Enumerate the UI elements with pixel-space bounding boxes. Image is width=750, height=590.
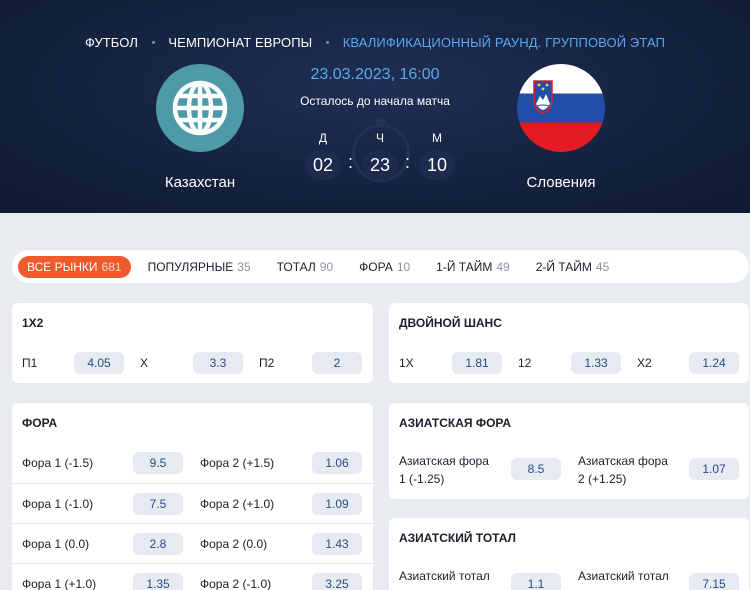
outcome-label: Фора 2 (0.0) — [200, 537, 268, 551]
outcome-label-line2: 1 (-1.25) — [399, 472, 445, 486]
tab-total[interactable]: ТОТАЛ 90 — [268, 256, 343, 278]
odd-button[interactable]: 7.15 — [689, 573, 739, 590]
tab-count: 10 — [396, 259, 411, 274]
market-row: Фора 1 (-1.0) 7.5 Фора 2 (+1.0) 1.09 — [12, 483, 373, 523]
odd-button[interactable]: 1.1 — [511, 573, 561, 590]
outcome-label-line2: 2 (+1.25) — [578, 472, 627, 486]
market-double-chance: ДВОЙНОЙ ШАНС 1Х 1.81 12 1.33 Х2 1.24 — [389, 303, 749, 383]
market-row: Фора 1 (+1.0) 1.35 Фора 2 (-1.0) 3.25 — [12, 563, 373, 590]
timer-days-label: Д — [318, 131, 328, 145]
breadcrumb-tournament[interactable]: ЧЕМПИОНАТ ЕВРОПЫ — [168, 35, 312, 50]
outcome-label: Азиатский тотал — [399, 569, 490, 583]
odd-button[interactable]: 1.81 — [452, 352, 502, 374]
outcome-label: Фора 2 (+1.0) — [200, 497, 275, 511]
odd-button[interactable]: 3.25 — [312, 573, 362, 590]
outcome-label: Азиатская фора — [578, 454, 668, 468]
match-date: 23.03.2023, 16:00 — [310, 66, 440, 83]
odd-button[interactable]: 1.09 — [312, 493, 362, 515]
timer-minutes-label: М — [432, 131, 442, 145]
outcome-label: Фора 2 (-1.0) — [200, 577, 272, 590]
outcome-label: Фора 1 (+1.0) — [22, 577, 97, 590]
market-title: ФОРА — [22, 416, 58, 430]
outcome-label: П2 — [259, 356, 275, 370]
tab-popular[interactable]: ПОПУЛЯРНЫЕ 35 — [139, 256, 260, 278]
market-title: 1X2 — [22, 316, 44, 330]
market-handicap: ФОРА Фора 1 (-1.5) 9.5 Фора 2 (+1.5) 1.0… — [12, 403, 373, 590]
tab-label: ПОПУЛЯРНЫЕ — [147, 259, 234, 274]
breadcrumb-stage[interactable]: КВАЛИФИКАЦИОННЫЙ РАУНД. ГРУППОВОЙ ЭТАП — [343, 35, 665, 50]
market-row: Фора 1 (0.0) 2.8 Фора 2 (0.0) 1.43 — [12, 523, 373, 563]
away-team-name: Словения — [526, 174, 596, 191]
odd-button[interactable]: 7.5 — [133, 493, 183, 515]
tab-count: 35 — [237, 259, 251, 274]
outcome-label: Азиатская фора — [399, 454, 489, 468]
outcome-label: Фора 1 (0.0) — [22, 537, 90, 551]
tab-handicap[interactable]: ФОРА 10 — [350, 256, 419, 278]
timer-days: Д 02 — [305, 131, 341, 180]
market-row: Азиатский тотал 1.1 Азиатский тотал 7.15 — [389, 558, 749, 590]
outcome-label: 1Х — [399, 356, 414, 370]
odd-button[interactable]: 1.06 — [312, 452, 362, 474]
outcome-label: 12 — [518, 356, 532, 370]
market-1x2: 1X2 П1 4.05 Х 3.3 П2 2 — [12, 303, 373, 383]
tab-all-markets[interactable]: ВСЕ РЫНКИ 681 — [18, 255, 131, 278]
odd-button[interactable]: 1.33 — [571, 352, 621, 374]
odd-button[interactable]: 8.5 — [511, 458, 561, 480]
timer-hours-label: Ч — [376, 131, 384, 145]
breadcrumb: ФУТБОЛ ЧЕМПИОНАТ ЕВРОПЫ КВАЛИФИКАЦИОННЫЙ… — [0, 34, 750, 50]
market-row: П1 4.05 Х 3.3 П2 2 — [12, 343, 373, 383]
odd-button[interactable]: 3.3 — [193, 352, 243, 374]
tab-label: ТОТАЛ — [276, 259, 316, 274]
market-title: АЗИАТСКИЙ ТОТАЛ — [399, 531, 516, 545]
odd-button[interactable]: 4.05 — [74, 352, 124, 374]
tab-count: 49 — [496, 259, 510, 274]
tab-label: ФОРА — [359, 259, 393, 274]
tab-count: 90 — [319, 259, 334, 274]
market-title: АЗИАТСКАЯ ФОРА — [399, 416, 512, 430]
odd-button[interactable]: 2.8 — [133, 533, 183, 555]
tab-label: 2-Й ТАЙМ — [535, 259, 592, 274]
match-header: ФУТБОЛ ЧЕМПИОНАТ ЕВРОПЫ КВАЛИФИКАЦИОННЫЙ… — [0, 0, 750, 213]
timer-separator: : — [405, 152, 411, 172]
timer-days-value: 02 — [305, 150, 341, 180]
tab-label: ВСЕ РЫНКИ — [27, 259, 98, 274]
market-row: Фора 1 (-1.5) 9.5 Фора 2 (+1.5) 1.06 — [12, 443, 373, 483]
market-tabs: ВСЕ РЫНКИ 681 ПОПУЛЯРНЫЕ 35 ТОТАЛ 90 ФОРА 10… — [12, 250, 749, 283]
tab-first-half[interactable]: 1-Й ТАЙМ 49 — [427, 256, 519, 278]
odd-button[interactable]: 2 — [312, 352, 362, 374]
timer-separator: : — [348, 152, 354, 172]
outcome-label: Азиатский тотал — [578, 569, 669, 583]
odd-button[interactable]: 1.43 — [312, 533, 362, 555]
odd-button[interactable]: 9.5 — [133, 452, 183, 474]
outcome-label: Х2 — [637, 356, 652, 370]
odd-button[interactable]: 1.07 — [689, 458, 739, 480]
timer-minutes: М 10 — [419, 131, 455, 180]
market-row: 1Х 1.81 12 1.33 Х2 1.24 — [389, 343, 749, 383]
tab-count: 45 — [595, 259, 610, 274]
home-team-name: Казахстан — [164, 174, 236, 191]
tab-second-half[interactable]: 2-Й ТАЙМ 45 — [527, 256, 619, 278]
odd-button[interactable]: 1.35 — [133, 573, 183, 590]
market-row: Азиатская фора 1 (-1.25) 8.5 Азиатская ф… — [389, 443, 749, 499]
tab-count: 681 — [101, 259, 122, 274]
breadcrumb-sport[interactable]: ФУТБОЛ — [85, 35, 138, 50]
outcome-label: Фора 2 (+1.5) — [200, 456, 275, 470]
breadcrumb-separator — [151, 41, 155, 45]
breadcrumb-separator — [325, 41, 329, 45]
timer-hours-value: 23 — [362, 150, 398, 180]
market-asian-handicap: АЗИАТСКАЯ ФОРА Азиатская фора 1 (-1.25) … — [389, 403, 749, 499]
timer-hours: Ч 23 — [362, 131, 398, 180]
outcome-label: Фора 1 (-1.0) — [22, 497, 94, 511]
countdown-label: Осталось до начала матча — [300, 94, 450, 108]
market-asian-total: АЗИАТСКИЙ ТОТАЛ Азиатский тотал 1.1 Азиа… — [389, 518, 749, 590]
odd-button[interactable]: 1.24 — [689, 352, 739, 374]
timer-minutes-value: 10 — [419, 150, 455, 180]
outcome-label: Фора 1 (-1.5) — [22, 456, 94, 470]
tab-label: 1-Й ТАЙМ — [436, 259, 493, 274]
outcome-label: П1 — [22, 356, 38, 370]
outcome-label: Х — [140, 356, 149, 370]
market-title: ДВОЙНОЙ ШАНС — [399, 316, 502, 330]
